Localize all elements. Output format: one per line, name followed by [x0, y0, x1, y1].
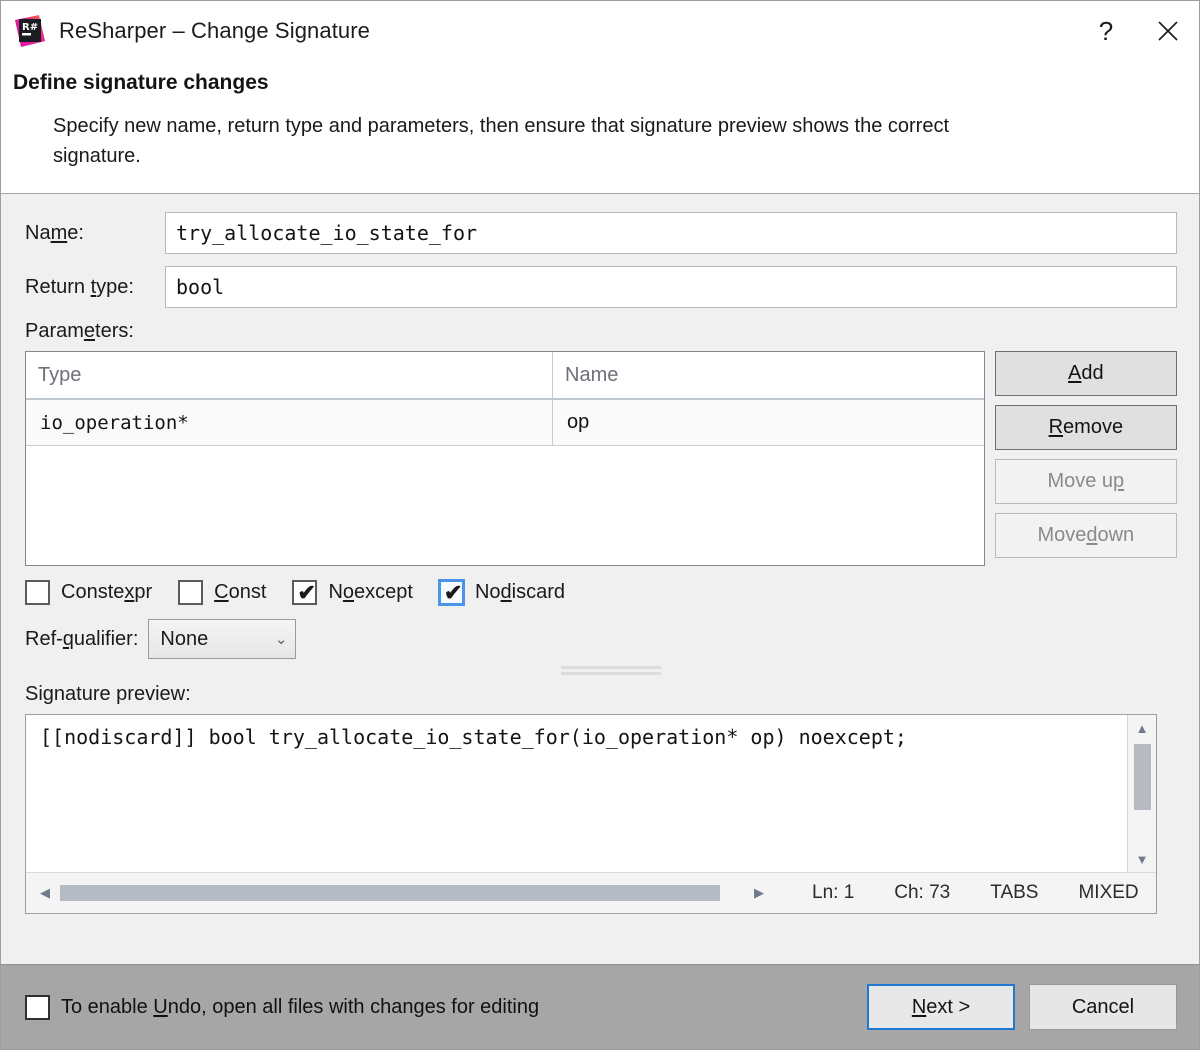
signature-preview-main: [[nodiscard]] bool try_allocate_io_state…: [26, 715, 1156, 872]
checkbox-constexpr[interactable]: Constexpr: [25, 580, 152, 605]
table-row[interactable]: io_operation* op: [26, 400, 984, 446]
return-type-input[interactable]: bool: [165, 266, 1177, 308]
splitter[interactable]: [25, 661, 1177, 681]
modifiers-row: Constexpr Const ✔ Noexcept ✔ Nodiscard: [25, 580, 1177, 605]
checkbox-const-box[interactable]: [178, 580, 203, 605]
vertical-scrollbar-thumb[interactable]: [1134, 744, 1151, 810]
scroll-right-icon[interactable]: ▶: [746, 885, 772, 901]
help-icon[interactable]: ?: [1075, 1, 1137, 61]
vertical-scrollbar[interactable]: ▲ ▼: [1127, 715, 1156, 872]
cell-name[interactable]: op: [553, 400, 984, 445]
title-bar: R# ReSharper – Change Signature ?: [1, 1, 1199, 61]
checkbox-enable-undo-box[interactable]: [25, 995, 50, 1020]
checkbox-const-label: Const: [214, 581, 266, 604]
scroll-down-icon[interactable]: ▼: [1128, 846, 1156, 872]
checkbox-noexcept[interactable]: ✔ Noexcept: [292, 580, 413, 605]
scroll-left-icon[interactable]: ◀: [32, 885, 58, 901]
ref-qualifier-label: Ref-qualifier:: [25, 628, 138, 651]
signature-preview-box: [[nodiscard]] bool try_allocate_io_state…: [25, 714, 1157, 914]
scroll-up-icon[interactable]: ▲: [1128, 715, 1156, 741]
dialog-footer: To enable Undo, open all files with chan…: [1, 964, 1199, 1049]
checkbox-noexcept-label: Noexcept: [328, 581, 413, 604]
title-bar-buttons: ?: [1075, 1, 1199, 61]
checkbox-nodiscard[interactable]: ✔ Nodiscard: [439, 580, 565, 605]
return-type-row: Return type: bool: [25, 266, 1177, 308]
checkbox-enable-undo[interactable]: To enable Undo, open all files with chan…: [25, 995, 539, 1020]
parameters-area: Type Name io_operation* op Add Remove Mo…: [25, 351, 1177, 566]
parameter-buttons: Add Remove Move up Move down: [995, 351, 1177, 558]
checkbox-noexcept-box[interactable]: ✔: [292, 580, 317, 605]
ref-qualifier-select[interactable]: None ⌄: [148, 619, 296, 659]
name-label: Name:: [25, 222, 165, 245]
dialog-header: Define signature changes Specify new nam…: [1, 61, 1199, 194]
signature-preview-statusbar: ◀ ▶ Ln: 1 Ch: 73 TABS MIXED: [26, 872, 1156, 913]
signature-preview-label: Signature preview:: [25, 683, 1177, 706]
cancel-button[interactable]: Cancel: [1029, 984, 1177, 1030]
move-up-button: Move up: [995, 459, 1177, 504]
resharper-icon: R#: [13, 14, 47, 48]
parameters-label: Parameters:: [25, 320, 1177, 343]
check-mark-icon: ✔: [444, 580, 462, 605]
checkbox-constexpr-box[interactable]: [25, 580, 50, 605]
checkbox-constexpr-label: Constexpr: [61, 581, 152, 604]
cell-type[interactable]: io_operation*: [26, 400, 553, 445]
name-row: Name: try_allocate_io_state_for: [25, 212, 1177, 254]
name-input[interactable]: try_allocate_io_state_for: [165, 212, 1177, 254]
chevron-down-icon: ⌄: [275, 630, 288, 648]
column-header-type[interactable]: Type: [26, 352, 553, 398]
svg-text:R#: R#: [22, 22, 38, 33]
status-line: Ln: 1: [812, 882, 854, 904]
column-header-name[interactable]: Name: [553, 352, 984, 398]
check-mark-icon: ✔: [297, 580, 315, 605]
grid-header-row: Type Name: [26, 352, 984, 400]
close-icon[interactable]: [1137, 1, 1199, 61]
horizontal-scrollbar-thumb[interactable]: [60, 885, 720, 901]
checkbox-nodiscard-label: Nodiscard: [475, 581, 565, 604]
next-button[interactable]: Next >: [867, 984, 1015, 1030]
window-title: ReSharper – Change Signature: [59, 18, 370, 44]
status-encoding: MIXED: [1078, 882, 1138, 904]
grid-empty-area[interactable]: [26, 446, 984, 565]
remove-button[interactable]: Remove: [995, 405, 1177, 450]
checkbox-const[interactable]: Const: [178, 580, 266, 605]
checkbox-nodiscard-box[interactable]: ✔: [439, 580, 464, 605]
dialog-body: Name: try_allocate_io_state_for Return t…: [1, 194, 1199, 964]
ref-qualifier-value: None: [160, 628, 268, 651]
return-type-label: Return type:: [25, 276, 165, 299]
add-button[interactable]: Add: [995, 351, 1177, 396]
status-column: Ch: 73: [894, 882, 950, 904]
page-description: Specify new name, return type and parame…: [1, 111, 1199, 171]
signature-preview-text[interactable]: [[nodiscard]] bool try_allocate_io_state…: [26, 715, 1127, 872]
horizontal-scrollbar[interactable]: ◀: [32, 885, 722, 901]
parameters-grid[interactable]: Type Name io_operation* op: [25, 351, 985, 566]
move-down-button: Move down: [995, 513, 1177, 558]
status-tabs: TABS: [990, 882, 1038, 904]
page-title: Define signature changes: [1, 71, 1199, 95]
splitter-grip-icon: [561, 666, 661, 678]
ref-qualifier-row: Ref-qualifier: None ⌄: [25, 619, 1177, 659]
change-signature-dialog: R# ReSharper – Change Signature ? Define…: [0, 0, 1200, 1050]
checkbox-enable-undo-label: To enable Undo, open all files with chan…: [61, 996, 539, 1019]
